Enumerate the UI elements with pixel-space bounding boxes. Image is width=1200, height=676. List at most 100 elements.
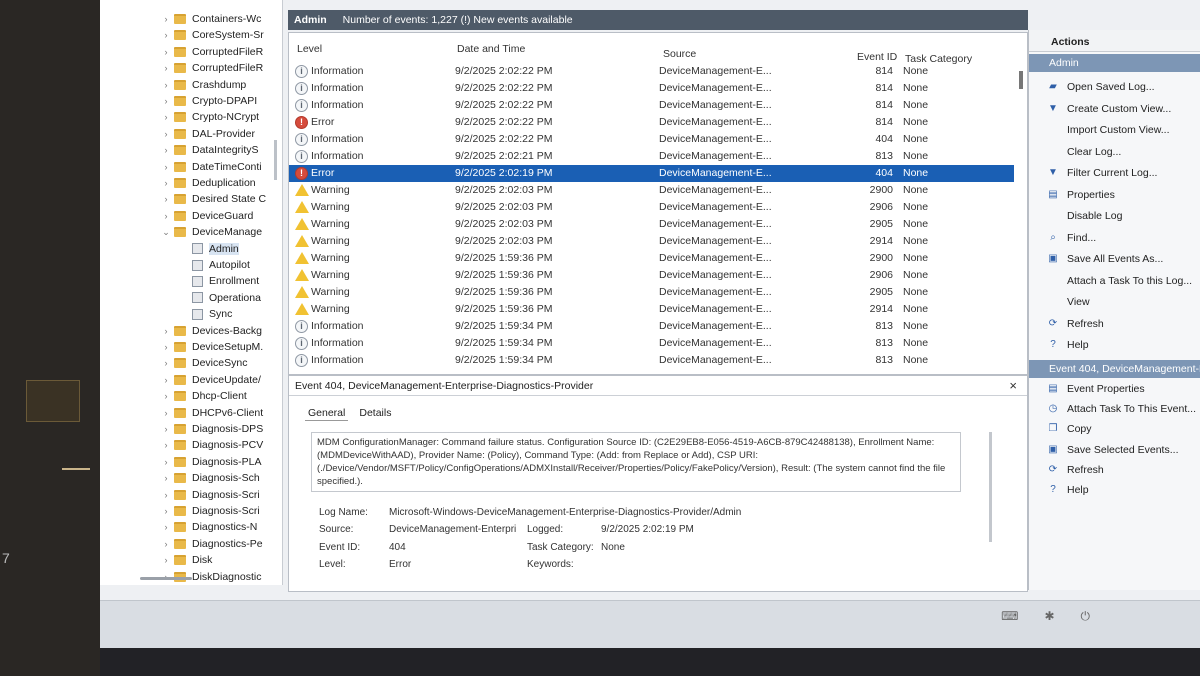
event-row[interactable]: Warning 9/2/2025 2:02:03 PM DeviceManageme… xyxy=(289,182,1014,199)
tree-item[interactable]: Autopilot xyxy=(178,257,250,273)
event-row[interactable]: i Information 9/2/2025 2:02:22 PM DeviceMan… xyxy=(289,97,1014,114)
tree-item[interactable]: › Diagnosis-Scri xyxy=(160,503,260,519)
tree-item[interactable]: Enrollment xyxy=(178,273,259,289)
tree-item[interactable]: › Crypto-DPAPI xyxy=(160,93,258,109)
chevron-right-icon[interactable]: › xyxy=(160,391,172,401)
tree-item[interactable]: › Diagnostics-N xyxy=(160,519,258,535)
action-item[interactable]: ▤ Properties xyxy=(1029,186,1200,204)
action-item[interactable]: ·Clear Log... xyxy=(1029,143,1200,161)
action-item[interactable]: ·View xyxy=(1029,293,1200,311)
chevron-right-icon[interactable]: › xyxy=(160,342,172,352)
event-row[interactable]: Warning 9/2/2025 1:59:36 PM DeviceManageme… xyxy=(289,250,1014,267)
tree-item[interactable]: › CorruptedFileR xyxy=(160,44,264,60)
tree-item[interactable]: › Disk xyxy=(160,552,213,568)
tree-item[interactable]: › Diagnosis-PCV xyxy=(160,437,264,453)
tree-item[interactable]: › Diagnosis-PLA xyxy=(160,454,262,470)
action-item[interactable]: ·Attach a Task To this Log... xyxy=(1029,272,1200,290)
accessibility-icon[interactable]: ✱ xyxy=(1044,609,1054,624)
action-item[interactable]: ▼ Filter Current Log... xyxy=(1029,164,1200,182)
tree-item[interactable]: › DeviceGuard xyxy=(160,208,254,224)
chevron-right-icon[interactable]: › xyxy=(160,80,172,90)
tree-item[interactable]: › Desired State C xyxy=(160,191,267,207)
log-tree[interactable]: › Containers-Wc › CoreSystem-Sr › CorruptedFi… xyxy=(100,0,283,585)
tree-item[interactable]: › DAL-Provider xyxy=(160,126,256,142)
tree-item[interactable]: › DataIntegrityS xyxy=(160,142,259,158)
event-row[interactable]: ! Error 9/2/2025 2:02:19 PM DeviceManagemen… xyxy=(289,165,1014,182)
actions-section-header[interactable]: Event 404, DeviceManagement-Enter... xyxy=(1029,360,1200,378)
tree-item[interactable]: › Dhcp-Client xyxy=(160,388,247,404)
chevron-right-icon[interactable]: › xyxy=(160,178,172,188)
chevron-right-icon[interactable]: › xyxy=(160,145,172,155)
chevron-right-icon[interactable]: › xyxy=(160,96,172,106)
tree-item[interactable]: › DeviceSetupM. xyxy=(160,339,264,355)
action-item[interactable]: ▣ Save Selected Events... xyxy=(1029,441,1200,459)
event-row[interactable]: Warning 9/2/2025 2:02:03 PM DeviceManageme… xyxy=(289,216,1014,233)
action-item[interactable]: ▤ Event Properties xyxy=(1029,380,1200,398)
action-item[interactable]: ? Help xyxy=(1029,481,1200,499)
action-item[interactable]: ? Help xyxy=(1029,336,1200,354)
detail-scrollbar[interactable] xyxy=(989,432,992,542)
event-row[interactable]: Warning 9/2/2025 1:59:36 PM DeviceManageme… xyxy=(289,267,1014,284)
tree-item[interactable]: › Deduplication xyxy=(160,175,256,191)
tree-item[interactable]: ⌄ DeviceManage xyxy=(160,224,262,240)
keyboard-icon[interactable]: ⌨ xyxy=(1001,609,1018,624)
chevron-right-icon[interactable]: › xyxy=(160,129,172,139)
event-row[interactable]: i Information 9/2/2025 2:02:22 PM DeviceMan… xyxy=(289,131,1014,148)
close-icon[interactable]: × xyxy=(1009,378,1017,393)
tree-item[interactable]: › Diagnosis-Sch xyxy=(160,470,260,486)
chevron-right-icon[interactable]: › xyxy=(160,211,172,221)
col-datetime[interactable]: Date and Time xyxy=(457,43,525,55)
chevron-right-icon[interactable]: › xyxy=(160,63,172,73)
event-row[interactable]: Warning 9/2/2025 1:59:36 PM DeviceManageme… xyxy=(289,301,1014,318)
action-item[interactable]: ❐ Copy xyxy=(1029,420,1200,438)
tree-item[interactable]: › Diagnosis-Scri xyxy=(160,487,260,503)
chevron-right-icon[interactable]: › xyxy=(160,555,172,565)
chevron-right-icon[interactable]: › xyxy=(160,408,172,418)
action-item[interactable]: ▰ Open Saved Log... xyxy=(1029,78,1200,96)
tree-item[interactable]: Admin xyxy=(178,241,239,257)
tree-item[interactable]: › CorruptedFileR xyxy=(160,60,264,76)
chevron-right-icon[interactable]: › xyxy=(160,47,172,57)
action-item[interactable]: ⟳ Refresh xyxy=(1029,315,1200,333)
chevron-right-icon[interactable]: › xyxy=(160,506,172,516)
tree-horizontal-scrollbar[interactable] xyxy=(140,577,192,580)
chevron-right-icon[interactable]: › xyxy=(160,375,172,385)
tree-vertical-scrollbar[interactable] xyxy=(274,140,277,180)
event-row[interactable]: i Information 9/2/2025 1:59:34 PM DeviceMan… xyxy=(289,335,1014,352)
tree-item[interactable]: › Containers-Wc xyxy=(160,11,262,27)
event-row[interactable]: i Information 9/2/2025 1:59:34 PM DeviceMan… xyxy=(289,352,1014,369)
chevron-right-icon[interactable]: › xyxy=(160,14,172,24)
tree-item[interactable]: › Crashdump xyxy=(160,77,247,93)
chevron-right-icon[interactable]: › xyxy=(160,457,172,467)
actions-section-header[interactable]: Admin xyxy=(1029,54,1200,72)
event-row[interactable]: i Information 9/2/2025 1:59:34 PM DeviceMan… xyxy=(289,318,1014,335)
tree-item[interactable]: › DHCPv6-Client xyxy=(160,405,264,421)
chevron-right-icon[interactable]: › xyxy=(160,112,172,122)
event-row[interactable]: Warning 9/2/2025 1:59:36 PM DeviceManageme… xyxy=(289,284,1014,301)
tree-item[interactable]: › Crypto-NCrypt xyxy=(160,109,260,125)
event-row[interactable]: i Information 9/2/2025 2:02:22 PM DeviceMan… xyxy=(289,63,1014,80)
col-level[interactable]: Level xyxy=(297,43,322,55)
action-item[interactable]: ·Import Custom View... xyxy=(1029,121,1200,139)
tab-general[interactable]: General xyxy=(305,406,349,421)
action-item[interactable]: ▣ Save All Events As... xyxy=(1029,250,1200,268)
tree-item[interactable]: › DeviceUpdate/ xyxy=(160,372,261,388)
tab-details[interactable]: Details xyxy=(356,406,394,421)
event-row[interactable]: ! Error 9/2/2025 2:02:22 PM DeviceManagemen… xyxy=(289,114,1014,131)
chevron-right-icon[interactable]: › xyxy=(160,194,172,204)
event-row[interactable]: i Information 9/2/2025 2:02:21 PM DeviceMan… xyxy=(289,148,1014,165)
tree-item[interactable]: › Devices-Backg xyxy=(160,323,263,339)
events-grid[interactable]: Level Date and Time Source Event ID Task… xyxy=(288,32,1028,375)
tree-item[interactable]: › Diagnostics-Pe xyxy=(160,536,263,552)
tree-item[interactable]: › DateTimeConti xyxy=(160,159,262,175)
event-row[interactable]: Warning 9/2/2025 2:02:03 PM DeviceManageme… xyxy=(289,233,1014,250)
chevron-right-icon[interactable]: › xyxy=(160,30,172,40)
chevron-down-icon[interactable]: ⌄ xyxy=(160,227,172,238)
action-item[interactable]: ▼ Create Custom View... xyxy=(1029,100,1200,118)
power-icon[interactable]: ⏻ xyxy=(1081,609,1091,624)
tree-item[interactable]: Sync xyxy=(178,306,232,322)
chevron-right-icon[interactable]: › xyxy=(160,358,172,368)
tree-item[interactable]: › CoreSystem-Sr xyxy=(160,27,264,43)
chevron-right-icon[interactable]: › xyxy=(160,522,172,532)
chevron-right-icon[interactable]: › xyxy=(160,326,172,336)
